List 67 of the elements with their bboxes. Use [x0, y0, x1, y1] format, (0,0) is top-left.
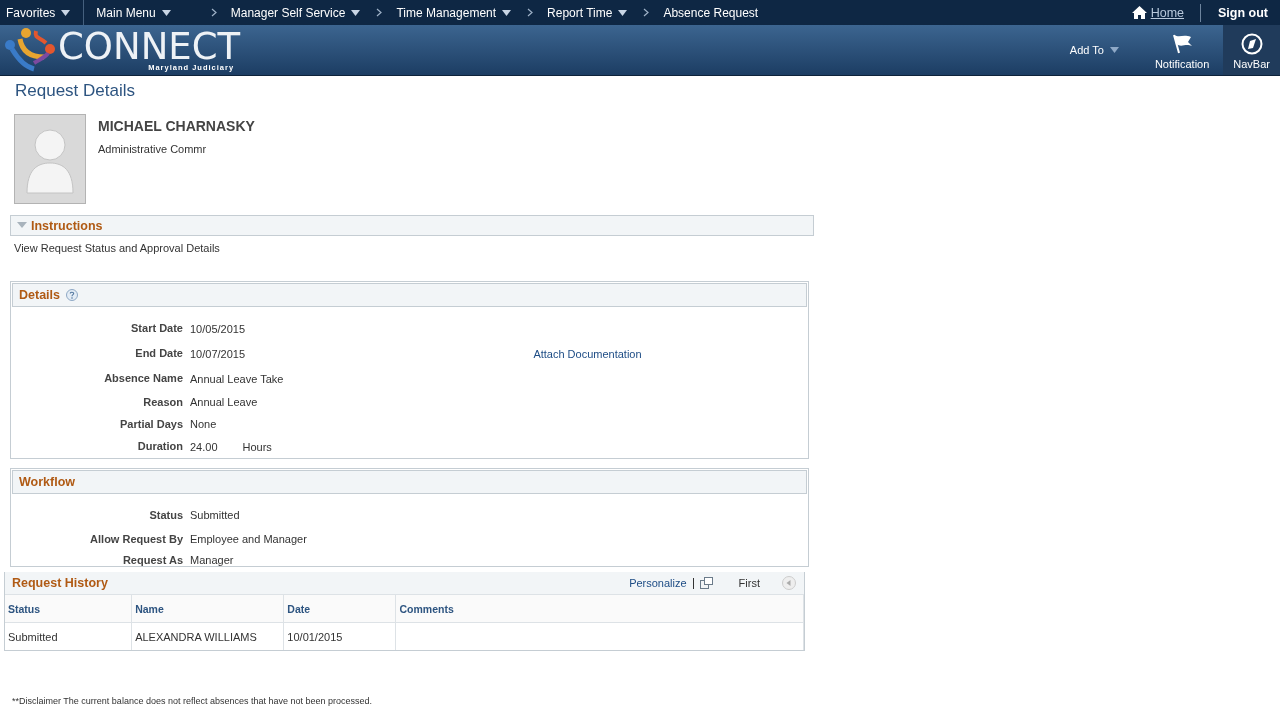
previous-icon[interactable] [782, 576, 796, 590]
chevron-icon [643, 8, 650, 17]
field-label: Absence Name [103, 371, 183, 386]
field-value: Employee and Manager [190, 533, 307, 545]
menu-item[interactable]: Time Management [360, 0, 512, 25]
instructions-header[interactable]: Instructions [10, 215, 814, 236]
table-cell: 10/01/2015 [287, 630, 343, 643]
disclaimer-text: **Disclaimer The current balance does not reflect absences that have not been processed. [12, 696, 374, 706]
attach-documentation-link[interactable]: Attach Documentation [533, 347, 642, 360]
column-header[interactable]: Comments [395, 594, 804, 623]
chevron-icon [210, 8, 217, 17]
field-label: Allow Request By [89, 532, 183, 547]
employee-title: Administrative Commr [98, 143, 208, 155]
field-value: Manager [190, 554, 234, 566]
flag-icon [1171, 33, 1194, 55]
field-value: Submitted [190, 509, 240, 521]
caret-icon [502, 9, 512, 16]
table-cell: ALEXANDRA WILLIAMS [135, 630, 257, 643]
menu-item[interactable]: Main Menu [90, 0, 171, 25]
column-header[interactable]: Status [5, 594, 132, 623]
column-header[interactable]: Date [283, 594, 396, 623]
home-icon [1131, 6, 1147, 19]
caret-icon [351, 9, 361, 16]
instructions-text: View Request Status and Approval Details [14, 242, 221, 254]
help-icon[interactable] [66, 289, 78, 301]
chevron-icon [376, 8, 383, 17]
caret-icon [61, 9, 71, 16]
avatar-icon [14, 114, 86, 204]
caret-icon [161, 9, 171, 16]
menu-item[interactable]: Report Time [511, 0, 628, 25]
add-to-menu[interactable]: Add To [1055, 25, 1141, 75]
field-value: 24.00 [190, 440, 218, 453]
field-value: Annual Leave Take [190, 372, 284, 385]
employee-name: MICHAEL CHARNASKY [98, 118, 255, 134]
table-cell: Submitted [8, 630, 58, 643]
home-link[interactable]: Home [1150, 5, 1184, 20]
field-label: Duration [136, 439, 183, 454]
navbar-button[interactable]: NavBar [1223, 25, 1280, 75]
logo-icon [4, 27, 56, 73]
field-label: Status [148, 508, 183, 523]
section-title: Workflow [19, 475, 76, 489]
new-window-icon[interactable] [699, 577, 713, 589]
field-label: Request As [121, 553, 183, 568]
field-label: End Date [134, 346, 183, 361]
unit-label: Hours [242, 440, 272, 453]
field-value: None [190, 418, 217, 430]
first-label: First [738, 577, 760, 589]
caret-icon [618, 9, 628, 16]
compass-icon [1240, 33, 1263, 55]
field-label: Reason [142, 395, 183, 410]
field-value: 10/07/2015 [190, 347, 246, 360]
menu-item[interactable]: Manager Self Service [194, 0, 361, 25]
chevron-icon [527, 8, 534, 17]
logo-text: CONNECT [58, 28, 241, 65]
section-title: Details [19, 288, 60, 302]
field-label: Partial Days [119, 417, 183, 432]
page-title: Request Details [14, 80, 136, 102]
column-header[interactable]: Name [131, 594, 284, 623]
notification-button[interactable]: Notification [1140, 25, 1224, 75]
grid-title: Request History [12, 576, 108, 590]
menu-item[interactable]: Absence Request [627, 0, 759, 25]
caret-icon [1109, 47, 1119, 53]
personalize-link[interactable]: Personalize [629, 577, 687, 589]
field-label: Start Date [130, 321, 183, 336]
field-value: Annual Leave [190, 396, 258, 408]
sign-out-link[interactable]: Sign out [1201, 5, 1280, 20]
field-value: 10/05/2015 [190, 322, 246, 335]
